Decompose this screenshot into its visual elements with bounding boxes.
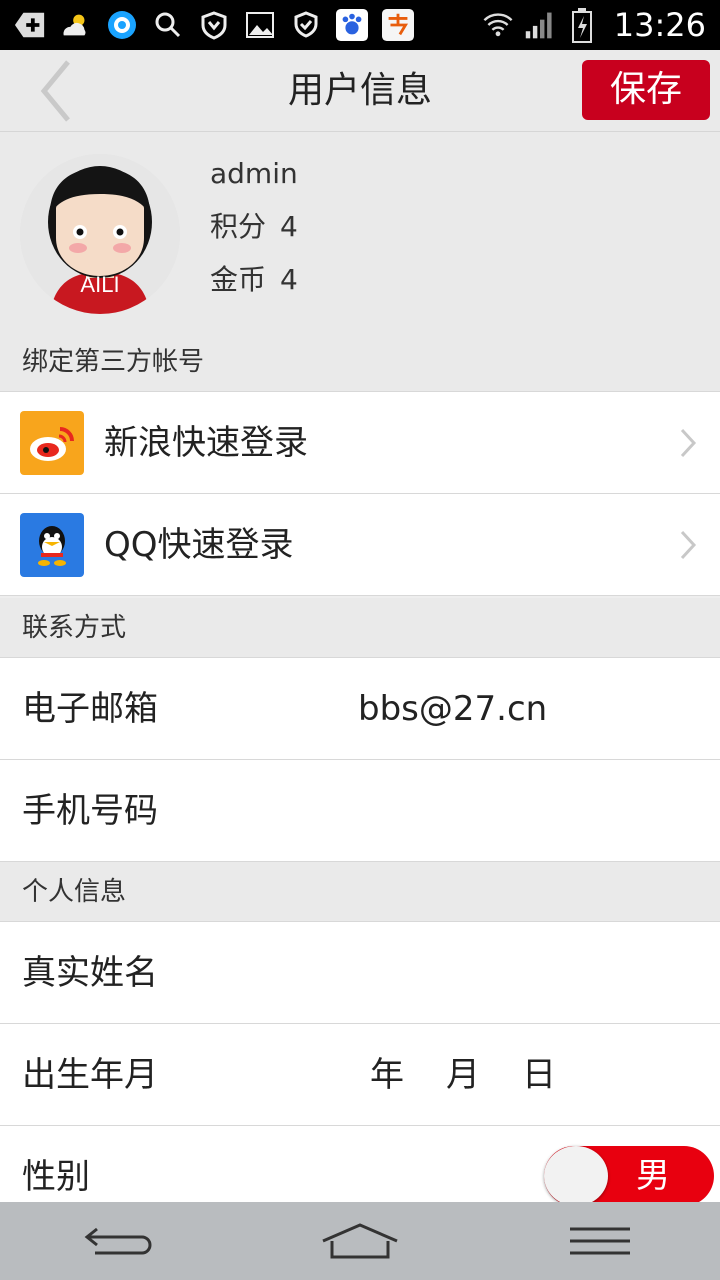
points-label: 积分 — [210, 210, 267, 243]
profile-info: admin 积分 4 金币 4 — [210, 154, 298, 313]
month-field[interactable]: 月 — [446, 1024, 480, 1126]
phone-row[interactable]: 手机号码 — [0, 760, 720, 862]
email-field[interactable]: bbs@27.cn — [358, 658, 547, 760]
alipay-icon — [382, 9, 414, 41]
username: admin — [210, 157, 298, 190]
coins-label: 金币 — [210, 263, 267, 296]
gender-value: 男 — [636, 1156, 670, 1196]
shield-icon — [198, 9, 230, 41]
points-row: 积分 4 — [210, 207, 298, 260]
nav-menu-button[interactable] — [555, 1211, 645, 1271]
browser-icon — [106, 9, 138, 41]
status-bar: 13:26 — [0, 0, 720, 50]
toggle-knob[interactable] — [544, 1146, 608, 1206]
year-field[interactable]: 年 — [370, 1024, 404, 1126]
qq-icon — [20, 513, 84, 577]
coins-value: 4 — [280, 263, 298, 296]
nav-back-button[interactable] — [75, 1211, 165, 1271]
back-notification-icon — [14, 9, 46, 41]
system-nav-bar — [0, 1202, 720, 1280]
weibo-login-row[interactable]: 新浪快速登录 — [0, 392, 720, 494]
wifi-icon — [482, 9, 514, 41]
qq-login-row[interactable]: QQ快速登录 — [0, 494, 720, 596]
back-arrow-icon — [84, 1227, 152, 1255]
birth-date-picker[interactable]: 年 月 日 — [370, 1024, 556, 1126]
section-contact: 联系方式 — [0, 598, 720, 658]
chevron-right-icon — [680, 530, 697, 560]
day-field[interactable]: 日 — [522, 1024, 556, 1126]
menu-icon — [570, 1227, 630, 1255]
realname-label: 真实姓名 — [22, 953, 158, 993]
weibo-login-label: 新浪快速登录 — [104, 423, 308, 463]
gender-toggle[interactable]: 男 — [544, 1146, 714, 1206]
security-icon — [290, 9, 322, 41]
email-row[interactable]: 电子邮箱 bbs@27.cn — [0, 658, 720, 760]
avatar[interactable]: AILI — [20, 154, 180, 314]
realname-row[interactable]: 真实姓名 — [0, 922, 720, 1024]
section-bind-accounts: 绑定第三方帐号 — [0, 332, 720, 392]
chevron-right-icon — [680, 428, 697, 458]
signal-icon — [524, 9, 556, 41]
birth-label: 出生年月 — [22, 1055, 158, 1095]
avatar-label: AILI — [80, 272, 120, 297]
coins-row: 金币 4 — [210, 260, 298, 313]
baidu-icon — [336, 9, 368, 41]
image-icon — [244, 9, 276, 41]
app-header: 用户信息 保存 — [0, 50, 720, 132]
battery-icon — [566, 8, 598, 43]
weibo-icon — [20, 411, 84, 475]
nav-home-button[interactable] — [315, 1211, 405, 1271]
points-value: 4 — [280, 210, 298, 243]
profile-card: AILI admin 积分 4 金币 4 — [0, 132, 720, 332]
weather-icon — [60, 9, 92, 41]
phone-label: 手机号码 — [22, 791, 158, 831]
email-label: 电子邮箱 — [22, 689, 158, 729]
clock: 13:26 — [613, 6, 706, 44]
birth-row[interactable]: 出生年月 年 月 日 — [0, 1024, 720, 1126]
section-personal-info: 个人信息 — [0, 862, 720, 922]
search-icon — [152, 9, 184, 41]
save-button[interactable]: 保存 — [582, 60, 710, 120]
qq-login-label: QQ快速登录 — [104, 525, 294, 565]
home-icon — [322, 1223, 398, 1259]
